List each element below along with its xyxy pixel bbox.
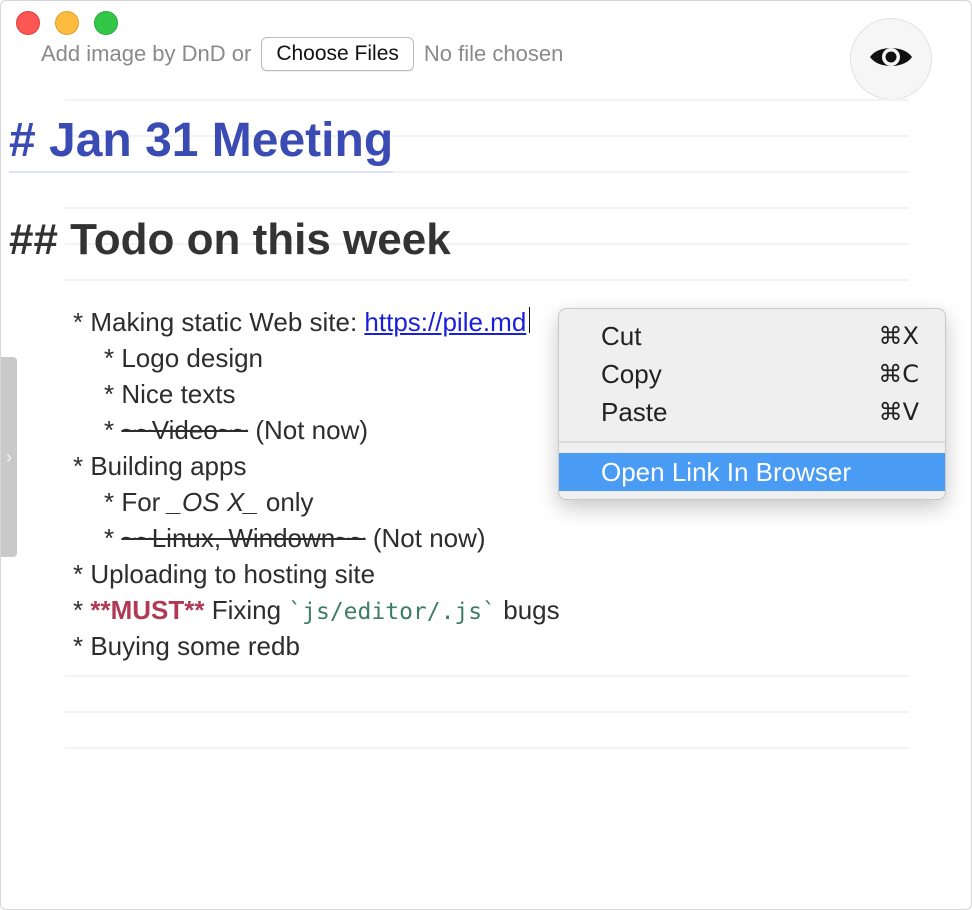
menu-shortcut: ⌘V: [878, 398, 919, 426]
menu-item-cut[interactable]: Cut ⌘X: [559, 317, 945, 355]
list-item-text: (Not now): [248, 415, 369, 445]
chevron-right-icon: ›: [6, 446, 12, 467]
list-item: * Making static Web site: https://pile.m…: [73, 305, 531, 339]
menu-item-copy[interactable]: Copy ⌘C: [559, 355, 945, 393]
window-controls: [16, 11, 118, 35]
list-item-text: Fixing: [204, 595, 289, 625]
file-picker-prompt: Add image by DnD or: [41, 41, 252, 66]
file-status: No file chosen: [423, 41, 564, 66]
ruled-line: [65, 747, 909, 749]
bold-text: **MUST**: [90, 595, 205, 625]
list-item-text: (Not now): [365, 523, 486, 553]
list-item: * ~~Video~~ (Not now): [104, 413, 368, 447]
strikethrough-text: ~~Linux, Windown~~: [121, 523, 366, 553]
menu-separator: [559, 441, 945, 443]
close-window-button[interactable]: [16, 11, 40, 35]
menu-item-label: Open Link In Browser: [601, 456, 852, 487]
ruled-line: [65, 99, 909, 101]
list-item-text: only: [258, 487, 314, 517]
list-item: * ~~Linux, Windown~~ (Not now): [104, 521, 486, 555]
ruled-line: [65, 279, 909, 281]
text-caret: [529, 307, 531, 333]
menu-shortcut: ⌘X: [878, 322, 919, 350]
menu-item-open-link[interactable]: Open Link In Browser: [559, 453, 945, 491]
heading-2: ## Todo on this week: [9, 215, 451, 264]
list-item-text: *: [104, 523, 122, 553]
inline-code: `js/editor/.js`: [288, 599, 497, 625]
menu-item-label: Cut: [601, 320, 642, 351]
strikethrough-text: ~~Video~~: [121, 415, 249, 445]
sidebar-toggle-handle[interactable]: ›: [1, 357, 17, 557]
heading-1: # Jan 31 Meeting: [9, 113, 394, 173]
maximize-window-button[interactable]: [94, 11, 118, 35]
list-item-text: bugs: [496, 595, 560, 625]
list-item-text: * For: [104, 487, 168, 517]
menu-shortcut: ⌘C: [878, 360, 919, 388]
menu-item-label: Copy: [601, 358, 662, 389]
list-item: * Uploading to hosting site: [73, 559, 376, 589]
list-item-text: *: [104, 415, 122, 445]
list-item: * Building apps: [73, 451, 247, 481]
ruled-line: [65, 207, 909, 209]
list-item: * Logo design: [104, 343, 264, 373]
ruled-line: [65, 711, 909, 713]
list-item-text: * Making static Web site:: [73, 307, 365, 337]
list-item: * Buying some redb: [73, 631, 300, 661]
list-item: * For _OS X_ only: [104, 485, 314, 519]
list-item: * **MUST** Fixing `js/editor/.js` bugs: [73, 593, 560, 629]
menu-item-label: Paste: [601, 396, 668, 427]
list-item-text: *: [73, 595, 91, 625]
menu-item-paste[interactable]: Paste ⌘V: [559, 393, 945, 431]
app-window: Add image by DnD or Choose Files No file…: [0, 0, 972, 910]
url-link[interactable]: https://pile.md: [364, 307, 526, 337]
context-menu: Cut ⌘X Copy ⌘C Paste ⌘V Open Link In Bro…: [558, 308, 946, 500]
list-item: * Nice texts: [104, 379, 236, 409]
italic-text: _OS X_: [167, 487, 259, 517]
minimize-window-button[interactable]: [55, 11, 79, 35]
ruled-line: [65, 675, 909, 677]
